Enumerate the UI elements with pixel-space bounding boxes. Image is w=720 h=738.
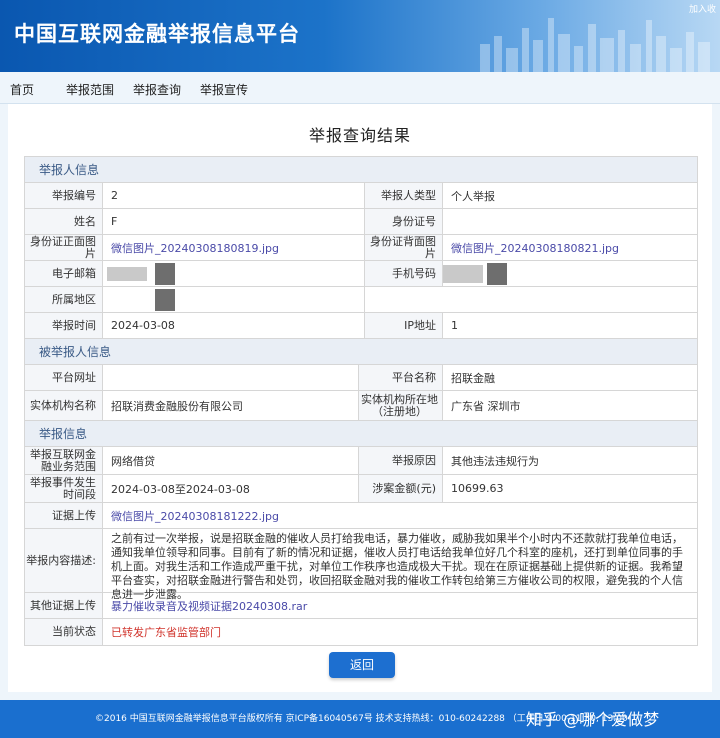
table-row: 其他证据上传 暴力催收录音及视频证据20240308.rar <box>25 593 697 619</box>
other-evidence-file-link[interactable]: 暴力催收录音及视频证据20240308.rar <box>103 593 697 618</box>
main-nav: 首页 举报范围 举报查询 举报宣传 <box>0 72 720 104</box>
reason-label: 举报原因 <box>359 447 443 474</box>
table-row: 举报时间 2024-03-08 IP地址 1 <box>25 313 697 339</box>
period-value: 2024-03-08至2024-03-08 <box>103 475 359 502</box>
other-evidence-label: 其他证据上传 <box>25 593 103 618</box>
entity-value: 招联消费金融股份有限公司 <box>103 391 359 420</box>
table-row: 电子邮箱 手机号码 <box>25 261 697 287</box>
name-label: 姓名 <box>25 209 103 234</box>
empty-cell <box>365 287 443 312</box>
category-value: 网络借贷 <box>103 447 359 474</box>
website-value <box>103 365 359 390</box>
site-banner: 中国互联网金融举报信息平台 加入收 <box>0 0 720 72</box>
watermark: 知乎 @哪个爱做梦 <box>526 710 660 729</box>
redaction-mask <box>155 263 175 285</box>
ip-value: 1 <box>451 319 458 332</box>
table-row: 证据上传 微信图片_20240308181222.jpg <box>25 503 697 529</box>
idback-file-link[interactable]: 微信图片_20240308180821.jpg <box>443 235 697 260</box>
empty-cell <box>443 287 697 312</box>
nav-query[interactable]: 举报查询 <box>133 81 181 98</box>
amount-value: 10699.63 <box>451 482 504 495</box>
category-label: 举报互联网金融业务范围 <box>25 447 103 474</box>
phone-label: 手机号码 <box>365 261 443 286</box>
table-row: 姓名 F 身份证号 <box>25 209 697 235</box>
platform-value: 招联金融 <box>451 371 495 385</box>
region-value <box>103 287 365 312</box>
report-no-label: 举报编号 <box>25 183 103 208</box>
phone-value <box>443 261 697 286</box>
table-row: 举报编号 2 举报人类型 个人举报 <box>25 183 697 209</box>
amount-label: 涉案金额(元) <box>359 475 443 502</box>
reporter-type-label: 举报人类型 <box>365 183 443 208</box>
page-title: 举报查询结果 <box>308 126 411 145</box>
section-report: 举报信息 <box>25 421 697 447</box>
entity-label: 实体机构名称 <box>25 391 103 420</box>
redaction-mask <box>107 267 147 281</box>
main-content: 举报查询结果 举报人信息 举报编号 2 举报人类型 个人举报 姓名 F 身份证号… <box>8 104 712 692</box>
site-title: 中国互联网金融举报信息平台 <box>14 22 300 46</box>
status-value: 已转发广东省监管部门 <box>103 619 697 645</box>
report-time-value: 2024-03-08 <box>103 313 365 338</box>
name-value: F <box>103 209 365 234</box>
back-button[interactable]: 返回 <box>329 652 395 678</box>
city-skyline-icon <box>480 18 710 72</box>
footer: ©2016 中国互联网金融举报信息平台版权所有 京ICP备16040567号 技… <box>0 700 720 738</box>
location-value: 广东省 深圳市 <box>451 399 521 413</box>
reporter-type-value: 个人举报 <box>451 189 495 203</box>
status-label: 当前状态 <box>25 619 103 645</box>
section-reported: 被举报人信息 <box>25 339 697 365</box>
report-result-table: 举报人信息 举报编号 2 举报人类型 个人举报 姓名 F 身份证号 身份证正面图… <box>24 156 698 646</box>
idfront-file-link[interactable]: 微信图片_20240308180819.jpg <box>103 235 365 260</box>
table-row: 实体机构名称 招联消费金融股份有限公司 实体机构所在地（注册地） 广东省 深圳市 <box>25 391 697 421</box>
nav-home[interactable]: 首页 <box>10 81 34 98</box>
table-row: 当前状态 已转发广东省监管部门 <box>25 619 697 645</box>
content-value: 之前有过一次举报，说是招联金融的催收人员打给我电话，暴力催收，威胁我如果半个小时… <box>111 532 683 601</box>
table-row: 身份证正面图片 微信图片_20240308180819.jpg 身份证背面图片 … <box>25 235 697 261</box>
redaction-mask <box>155 289 175 311</box>
section-reporter: 举报人信息 <box>25 157 697 183</box>
nav-publicity[interactable]: 举报宣传 <box>200 81 248 98</box>
reason-value: 其他违法违规行为 <box>451 454 539 468</box>
table-row: 举报互联网金融业务范围 网络借贷 举报原因 其他违法违规行为 <box>25 447 697 475</box>
period-label: 举报事件发生时间段 <box>25 475 103 502</box>
table-row: 平台网址 平台名称 招联金融 <box>25 365 697 391</box>
idcard-label: 身份证号 <box>365 209 443 234</box>
ip-label: IP地址 <box>365 313 443 338</box>
evidence-label: 证据上传 <box>25 503 103 528</box>
table-row: 所属地区 <box>25 287 697 313</box>
table-row: 举报事件发生时间段 2024-03-08至2024-03-08 涉案金额(元) … <box>25 475 697 503</box>
region-label: 所属地区 <box>25 287 103 312</box>
location-label: 实体机构所在地（注册地） <box>359 391 443 420</box>
content-label: 举报内容描述: <box>25 529 103 592</box>
report-time-label: 举报时间 <box>25 313 103 338</box>
redaction-mask <box>443 265 483 283</box>
idcard-value <box>443 209 697 234</box>
platform-label: 平台名称 <box>359 365 443 390</box>
status-badge: 已转发广东省监管部门 <box>111 626 221 639</box>
email-label: 电子邮箱 <box>25 261 103 286</box>
idfront-label: 身份证正面图片 <box>25 235 103 260</box>
report-no-value: 2 <box>103 183 365 208</box>
email-value <box>103 261 365 286</box>
redaction-mask <box>487 263 507 285</box>
table-row: 举报内容描述: 之前有过一次举报，说是招联金融的催收人员打给我电话，暴力催收，威… <box>25 529 697 601</box>
website-label: 平台网址 <box>25 365 103 390</box>
nav-scope[interactable]: 举报范围 <box>66 81 114 98</box>
idback-label: 身份证背面图片 <box>365 235 443 260</box>
evidence-file-link[interactable]: 微信图片_20240308181222.jpg <box>103 503 697 528</box>
